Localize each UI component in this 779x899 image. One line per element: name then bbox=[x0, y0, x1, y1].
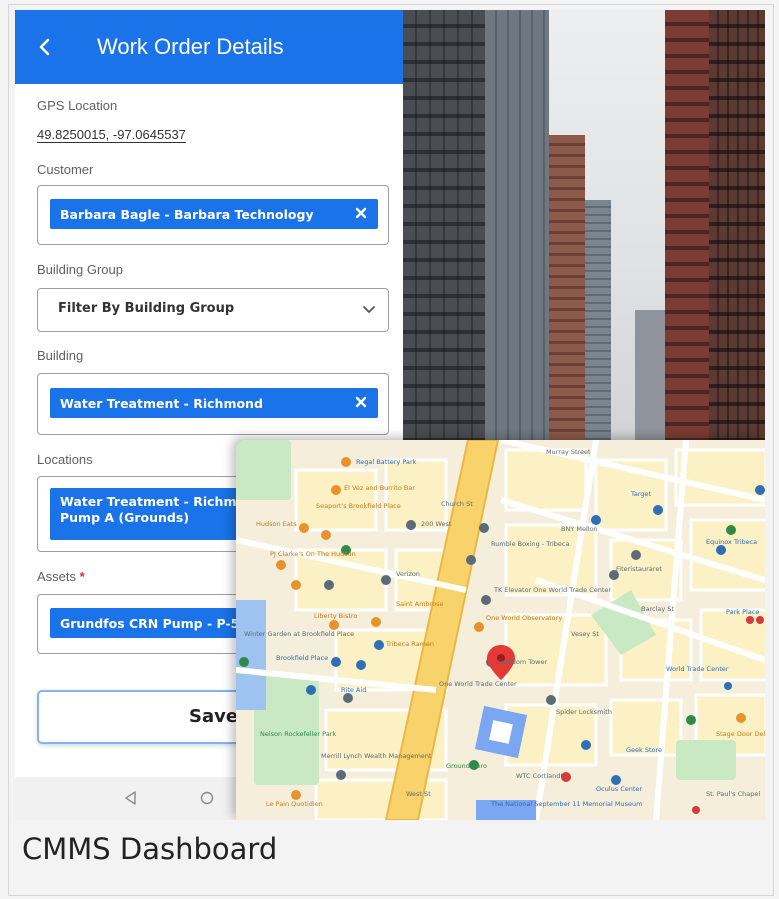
building-shape bbox=[665, 10, 709, 450]
required-mark: * bbox=[79, 569, 85, 584]
map-label: World Trade Center bbox=[666, 665, 729, 673]
map-label: Oculus Center bbox=[596, 785, 643, 793]
building-chip[interactable]: Water Treatment - Richmond bbox=[50, 388, 378, 418]
chevron-down-icon bbox=[363, 306, 375, 313]
gps-location-label: GPS Location bbox=[37, 98, 118, 113]
building-group-placeholder: Filter By Building Group bbox=[58, 301, 235, 316]
assets-label-text: Assets bbox=[37, 569, 77, 584]
caption: CMMS Dashboard bbox=[22, 832, 278, 866]
locations-label: Locations bbox=[37, 452, 93, 467]
building-shape bbox=[585, 200, 611, 450]
map-label: Saint Ambrose bbox=[396, 600, 444, 608]
map-label: TK Elevator One World Trade Center bbox=[494, 586, 612, 594]
building-group-select[interactable]: Filter By Building Group bbox=[37, 288, 389, 332]
map-label: One World Trade Center bbox=[439, 680, 517, 688]
building-chip-label: Water Treatment - Richmond bbox=[60, 395, 263, 411]
building-shape bbox=[549, 135, 585, 450]
assets-chip-label: Grundfos CRN Pump - P-50 bbox=[60, 615, 249, 631]
back-button[interactable] bbox=[33, 35, 57, 59]
map-label: Verizon bbox=[396, 570, 420, 578]
building-shape bbox=[403, 10, 485, 450]
building-shape bbox=[635, 310, 665, 450]
map-label: BNY Mellon bbox=[561, 525, 598, 533]
customer-chip-label: Barbara Bagle - Barbara Technology bbox=[60, 206, 314, 222]
map-label: Geek Store bbox=[626, 746, 663, 754]
customer-label: Customer bbox=[37, 162, 94, 177]
map-label: Liberty Bistro bbox=[314, 612, 358, 620]
map-label: Le Pain Quotidien bbox=[266, 800, 323, 808]
assets-label: Assets * bbox=[37, 569, 85, 584]
map-label: Nelson Rockefeller Park bbox=[260, 730, 337, 738]
locations-chip-line2: Pump A (Grounds) bbox=[60, 510, 190, 525]
map-label: Church St bbox=[441, 500, 473, 508]
map-label: Freedom Tower bbox=[498, 658, 548, 666]
building-field[interactable]: Water Treatment - Richmond bbox=[37, 373, 389, 435]
map-label: Rumble Boxing - Tribeca bbox=[491, 540, 570, 548]
building-label: Building bbox=[37, 348, 84, 363]
map-label: West St bbox=[406, 790, 431, 798]
map-label: Equinox Tribeca bbox=[706, 538, 758, 546]
chevron-left-icon bbox=[39, 38, 50, 56]
building-shape bbox=[709, 10, 765, 450]
map-label: Regal Battery Park bbox=[356, 458, 417, 466]
map-label: Vesey St bbox=[571, 630, 599, 638]
map-label: Seaport's Brookfield Place bbox=[316, 502, 401, 510]
map-label: Hudson Eats bbox=[256, 520, 297, 528]
map-label: Tribeca Ramen bbox=[386, 640, 435, 648]
locations-chip-line1: Water Treatment - Richmo bbox=[60, 494, 246, 509]
map-label: One World Observatory bbox=[486, 614, 563, 622]
map-view[interactable]: Regal Battery Park El Vez and Burrito Ba… bbox=[236, 440, 765, 820]
map-label: Park Place bbox=[726, 608, 760, 616]
map-label: Stage Door Deli bbox=[716, 730, 765, 738]
building-group-label: Building Group bbox=[37, 262, 123, 277]
map-label: Spider Locksmith bbox=[556, 708, 612, 716]
map-label: Brookfield Place bbox=[276, 654, 329, 662]
map-label: Target bbox=[631, 490, 652, 498]
map-label: St. Paul's Chapel bbox=[706, 790, 761, 798]
page-title: Work Order Details bbox=[97, 34, 284, 59]
close-icon[interactable] bbox=[354, 395, 368, 409]
map-label: The National September 11 Memorial Museu… bbox=[491, 800, 643, 808]
map-label: 200 West bbox=[421, 520, 452, 528]
customer-field[interactable]: Barbara Bagle - Barbara Technology bbox=[37, 185, 389, 245]
map-label: Fiteristauraret bbox=[616, 565, 662, 573]
city-photo bbox=[403, 10, 765, 450]
nav-home-icon[interactable] bbox=[199, 790, 215, 806]
map-label: Merrill Lynch Wealth Management bbox=[321, 752, 432, 760]
map-label: PJ Clarke's On The Hudson bbox=[270, 550, 356, 558]
map-label: Rite Aid bbox=[341, 686, 367, 694]
map-label: Barclay St bbox=[641, 605, 674, 613]
map-label: WTC Cortlandt bbox=[516, 772, 563, 780]
gps-location-value[interactable]: 49.8250015, -97.0645537 bbox=[37, 127, 186, 142]
close-icon[interactable] bbox=[354, 206, 368, 220]
save-button-label: Save bbox=[189, 706, 239, 727]
map-label: El Vez and Burrito Bar bbox=[344, 484, 416, 492]
map-label: Ground Zero bbox=[446, 762, 487, 770]
map-label: Winter Garden at Brookfield Place bbox=[244, 630, 355, 638]
building-shape bbox=[485, 10, 549, 450]
app-bar: Work Order Details bbox=[15, 10, 403, 84]
map-label: Murray Street bbox=[546, 448, 591, 456]
nav-back-icon[interactable] bbox=[123, 790, 139, 806]
customer-chip[interactable]: Barbara Bagle - Barbara Technology bbox=[50, 199, 378, 229]
hero-image: Work Order Details GPS Location 49.82500… bbox=[15, 10, 765, 820]
